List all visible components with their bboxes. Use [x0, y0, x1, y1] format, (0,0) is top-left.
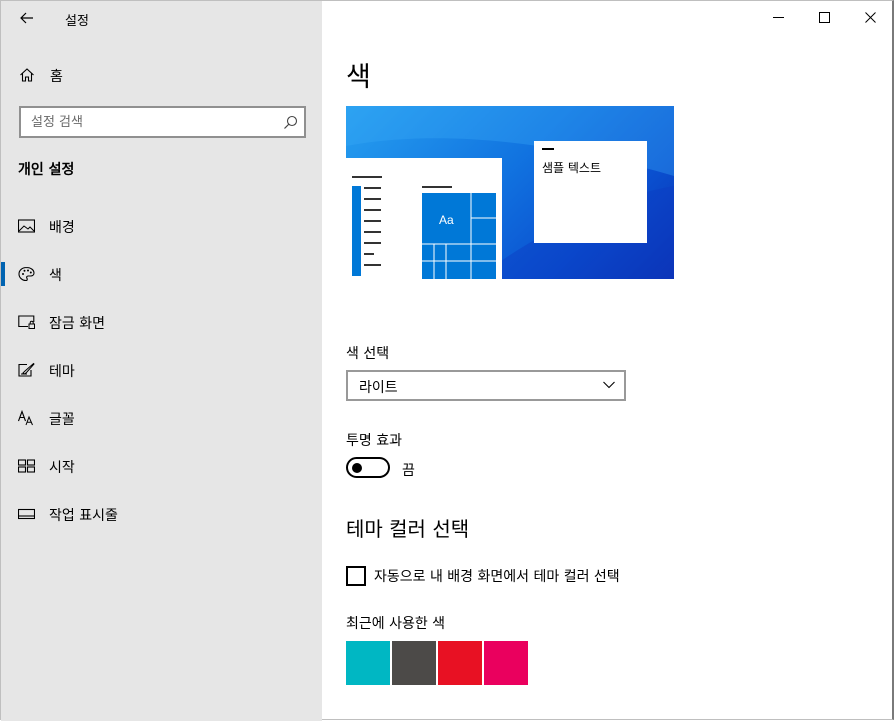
sidebar-item-start[interactable]: 시작: [1, 442, 322, 490]
minimize-icon: [772, 16, 784, 18]
home-icon: [20, 68, 34, 82]
color-choice-label: 색 선택: [346, 346, 390, 362]
dropdown-value: 라이트: [359, 380, 398, 396]
recent-colors: [346, 641, 528, 685]
app-title: 설정: [65, 14, 89, 29]
auto-accent-checkbox[interactable]: [346, 566, 366, 586]
toggle-state-label: 끔: [402, 463, 415, 479]
preview-start-menu: Aa: [346, 158, 502, 279]
back-arrow-icon: [20, 12, 33, 24]
sidebar-item-label: 홈: [50, 69, 63, 85]
sidebar-item-taskbar[interactable]: 작업 표시줄: [1, 490, 322, 538]
sidebar-item-lock-screen[interactable]: 잠금 화면: [1, 298, 322, 346]
close-icon: [864, 11, 876, 23]
sidebar: 설정 홈 개인 설정 배경: [1, 1, 322, 721]
start-icon: [18, 459, 35, 473]
sidebar-item-home[interactable]: 홈: [1, 59, 322, 91]
color-swatch[interactable]: [484, 641, 528, 685]
back-button[interactable]: [13, 5, 41, 31]
sidebar-nav: 배경 색 잠금 화면 테마 글꼴 시작 작업 표시줄: [1, 202, 322, 538]
transparency-toggle[interactable]: [346, 457, 390, 478]
chevron-down-icon: [603, 381, 615, 389]
toggle-knob: [352, 463, 362, 473]
minimize-button[interactable]: [755, 1, 801, 33]
sidebar-item-fonts[interactable]: 글꼴: [1, 394, 322, 442]
search-box[interactable]: [19, 106, 306, 138]
lock-screen-icon: [18, 315, 35, 329]
palette-icon: [18, 266, 35, 282]
transparency-label: 투명 효과: [346, 433, 402, 449]
sidebar-item-themes[interactable]: 테마: [1, 346, 322, 394]
search-icon[interactable]: [283, 115, 298, 130]
auto-accent-label[interactable]: 자동으로 내 배경 화면에서 테마 컬러 선택: [374, 566, 620, 586]
sidebar-item-colors[interactable]: 색: [1, 250, 322, 298]
theme-brush-icon: [18, 362, 35, 377]
color-swatch[interactable]: [346, 641, 390, 685]
theme-preview: Aa 샘플 텍스트: [346, 106, 674, 279]
maximize-button[interactable]: [801, 1, 847, 33]
sidebar-item-label: 작업 표시줄: [49, 508, 118, 524]
close-button[interactable]: [847, 1, 893, 33]
sidebar-item-background[interactable]: 배경: [1, 202, 322, 250]
preview-sample-window: 샘플 텍스트: [534, 141, 647, 243]
section-title: 개인 설정: [18, 162, 75, 178]
settings-window: 설정 홈 개인 설정 배경: [0, 0, 894, 721]
sample-window-titlebar: [542, 148, 554, 150]
picture-icon: [18, 219, 35, 233]
color-swatch[interactable]: [392, 641, 436, 685]
recent-colors-label: 최근에 사용한 색: [346, 616, 446, 632]
font-icon: [18, 410, 33, 426]
preview-start-tiles: Aa: [352, 176, 496, 279]
sidebar-item-label: 테마: [49, 364, 75, 380]
sidebar-item-label: 시작: [49, 460, 75, 476]
sidebar-item-label: 글꼴: [49, 412, 75, 428]
color-swatch[interactable]: [438, 641, 482, 685]
accent-color-heading: 테마 컬러 선택: [346, 517, 470, 541]
sidebar-item-label: 배경: [49, 220, 75, 236]
sidebar-item-label: 잠금 화면: [49, 316, 105, 332]
preview-tile-text: Aa: [439, 213, 454, 227]
sample-text: 샘플 텍스트: [542, 161, 602, 175]
maximize-icon: [818, 11, 830, 23]
search-input[interactable]: [21, 108, 276, 136]
taskbar-icon: [18, 508, 35, 520]
page-title: 색: [346, 62, 371, 93]
sidebar-item-label: 색: [49, 268, 62, 284]
color-mode-dropdown[interactable]: 라이트: [346, 370, 626, 401]
